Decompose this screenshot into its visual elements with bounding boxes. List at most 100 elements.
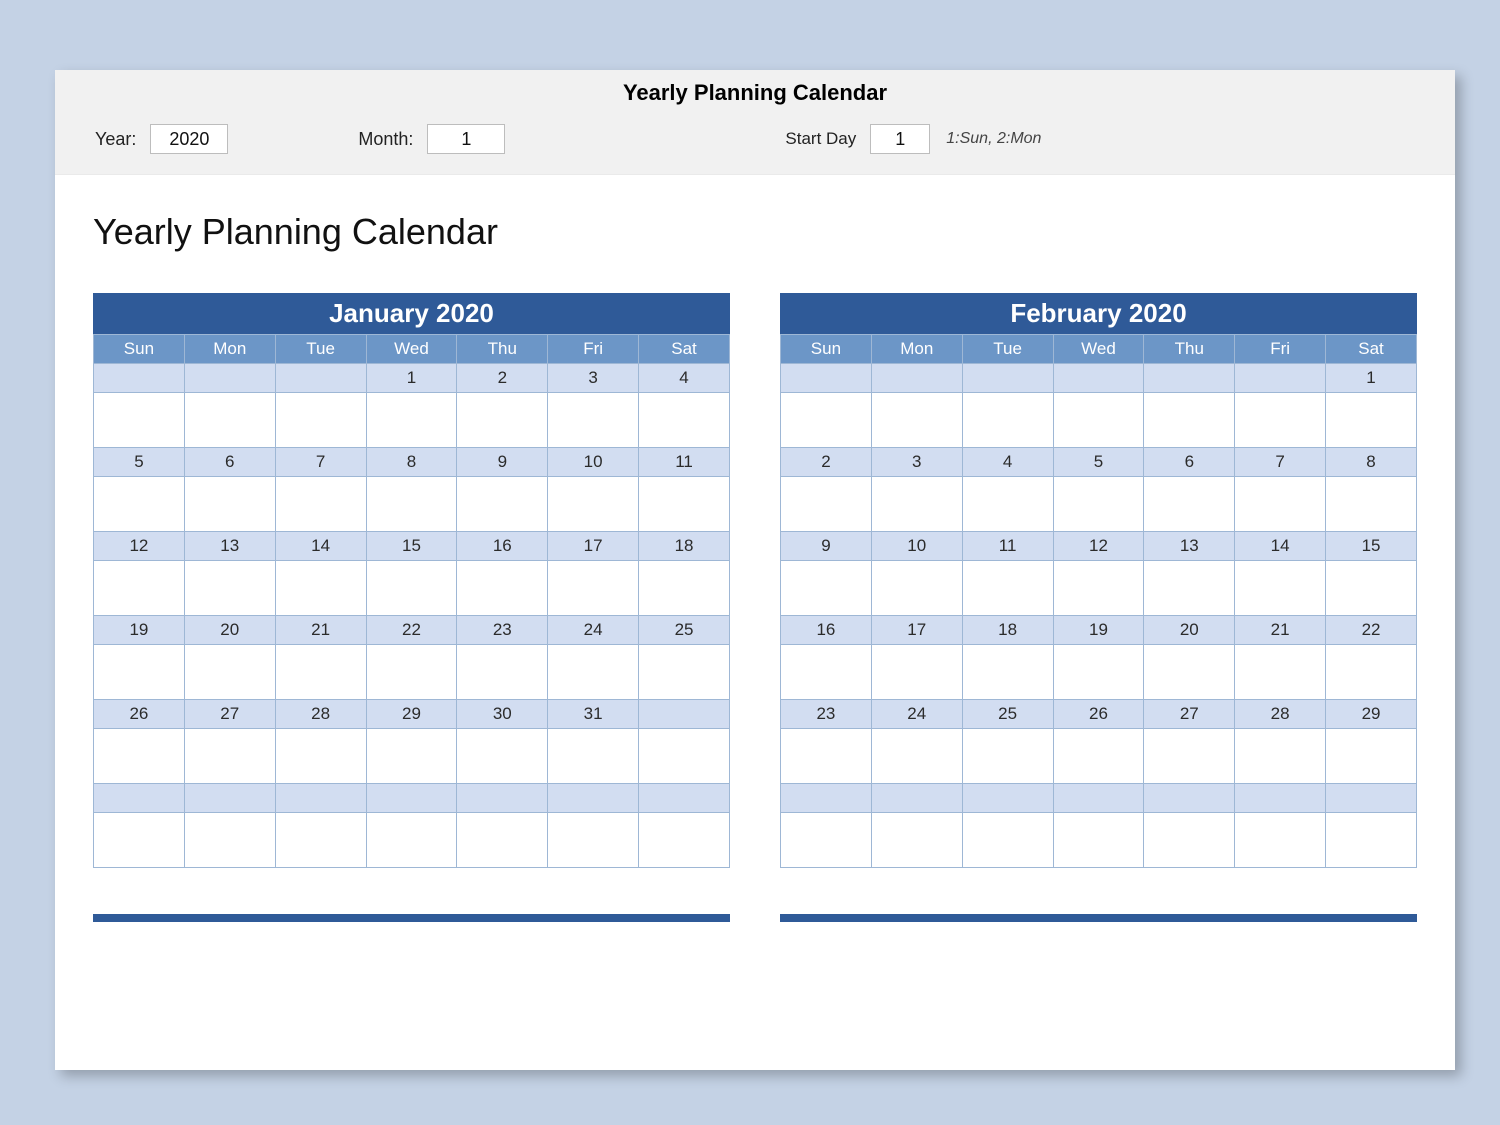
- note-cell[interactable]: [781, 813, 872, 868]
- day-cell[interactable]: 17: [548, 532, 639, 561]
- day-cell[interactable]: 15: [366, 532, 457, 561]
- note-cell[interactable]: [639, 645, 730, 700]
- day-cell[interactable]: [184, 364, 275, 393]
- day-cell[interactable]: 30: [457, 700, 548, 729]
- day-cell[interactable]: [1053, 784, 1144, 813]
- note-cell[interactable]: [184, 561, 275, 616]
- day-cell[interactable]: 16: [457, 532, 548, 561]
- note-cell[interactable]: [962, 729, 1053, 784]
- day-cell[interactable]: [781, 784, 872, 813]
- day-cell[interactable]: [366, 784, 457, 813]
- note-cell[interactable]: [781, 561, 872, 616]
- day-cell[interactable]: 9: [457, 448, 548, 477]
- day-cell[interactable]: 6: [1144, 448, 1235, 477]
- day-cell[interactable]: 29: [1326, 700, 1417, 729]
- note-cell[interactable]: [94, 477, 185, 532]
- note-cell[interactable]: [1235, 813, 1326, 868]
- day-cell[interactable]: 10: [871, 532, 962, 561]
- note-cell[interactable]: [457, 477, 548, 532]
- note-cell[interactable]: [781, 393, 872, 448]
- day-cell[interactable]: 26: [1053, 700, 1144, 729]
- day-cell[interactable]: 23: [781, 700, 872, 729]
- note-cell[interactable]: [781, 477, 872, 532]
- day-cell[interactable]: 6: [184, 448, 275, 477]
- note-cell[interactable]: [1326, 645, 1417, 700]
- note-cell[interactable]: [548, 813, 639, 868]
- day-cell[interactable]: 9: [781, 532, 872, 561]
- day-cell[interactable]: [275, 364, 366, 393]
- note-cell[interactable]: [639, 561, 730, 616]
- note-cell[interactable]: [184, 393, 275, 448]
- note-cell[interactable]: [1235, 645, 1326, 700]
- note-cell[interactable]: [1326, 561, 1417, 616]
- note-cell[interactable]: [871, 729, 962, 784]
- day-cell[interactable]: 11: [962, 532, 1053, 561]
- note-cell[interactable]: [1053, 813, 1144, 868]
- note-cell[interactable]: [457, 393, 548, 448]
- note-cell[interactable]: [962, 561, 1053, 616]
- day-cell[interactable]: 15: [1326, 532, 1417, 561]
- note-cell[interactable]: [1326, 729, 1417, 784]
- day-cell[interactable]: 13: [184, 532, 275, 561]
- note-cell[interactable]: [1144, 729, 1235, 784]
- note-cell[interactable]: [962, 477, 1053, 532]
- day-cell[interactable]: 31: [548, 700, 639, 729]
- note-cell[interactable]: [275, 813, 366, 868]
- day-cell[interactable]: 23: [457, 616, 548, 645]
- day-cell[interactable]: [457, 784, 548, 813]
- day-cell[interactable]: 8: [366, 448, 457, 477]
- day-cell[interactable]: 1: [366, 364, 457, 393]
- day-cell[interactable]: 4: [639, 364, 730, 393]
- day-cell[interactable]: 18: [962, 616, 1053, 645]
- day-cell[interactable]: 20: [184, 616, 275, 645]
- day-cell[interactable]: [871, 364, 962, 393]
- note-cell[interactable]: [457, 645, 548, 700]
- day-cell[interactable]: 26: [94, 700, 185, 729]
- day-cell[interactable]: 17: [871, 616, 962, 645]
- note-cell[interactable]: [1053, 645, 1144, 700]
- note-cell[interactable]: [1144, 813, 1235, 868]
- day-cell[interactable]: [1144, 784, 1235, 813]
- note-cell[interactable]: [366, 645, 457, 700]
- day-cell[interactable]: 24: [871, 700, 962, 729]
- day-cell[interactable]: 3: [871, 448, 962, 477]
- note-cell[interactable]: [1235, 393, 1326, 448]
- note-cell[interactable]: [639, 393, 730, 448]
- note-cell[interactable]: [366, 477, 457, 532]
- day-cell[interactable]: 24: [548, 616, 639, 645]
- note-cell[interactable]: [1053, 393, 1144, 448]
- note-cell[interactable]: [1144, 477, 1235, 532]
- day-cell[interactable]: 25: [962, 700, 1053, 729]
- day-cell[interactable]: 1: [1326, 364, 1417, 393]
- note-cell[interactable]: [366, 729, 457, 784]
- day-cell[interactable]: 12: [1053, 532, 1144, 561]
- day-cell[interactable]: 20: [1144, 616, 1235, 645]
- note-cell[interactable]: [184, 729, 275, 784]
- note-cell[interactable]: [275, 561, 366, 616]
- note-cell[interactable]: [366, 561, 457, 616]
- day-cell[interactable]: 13: [1144, 532, 1235, 561]
- note-cell[interactable]: [1326, 477, 1417, 532]
- note-cell[interactable]: [962, 813, 1053, 868]
- day-cell[interactable]: 28: [1235, 700, 1326, 729]
- day-cell[interactable]: 12: [94, 532, 185, 561]
- note-cell[interactable]: [1235, 477, 1326, 532]
- day-cell[interactable]: 19: [94, 616, 185, 645]
- day-cell[interactable]: [1326, 784, 1417, 813]
- day-cell[interactable]: 3: [548, 364, 639, 393]
- month-input[interactable]: 1: [427, 124, 505, 154]
- note-cell[interactable]: [457, 729, 548, 784]
- note-cell[interactable]: [275, 477, 366, 532]
- note-cell[interactable]: [639, 729, 730, 784]
- note-cell[interactable]: [1144, 645, 1235, 700]
- day-cell[interactable]: [962, 784, 1053, 813]
- day-cell[interactable]: 7: [275, 448, 366, 477]
- day-cell[interactable]: 10: [548, 448, 639, 477]
- day-cell[interactable]: [94, 364, 185, 393]
- note-cell[interactable]: [548, 645, 639, 700]
- day-cell[interactable]: 25: [639, 616, 730, 645]
- day-cell[interactable]: [962, 364, 1053, 393]
- note-cell[interactable]: [781, 729, 872, 784]
- day-cell[interactable]: 11: [639, 448, 730, 477]
- day-cell[interactable]: [94, 784, 185, 813]
